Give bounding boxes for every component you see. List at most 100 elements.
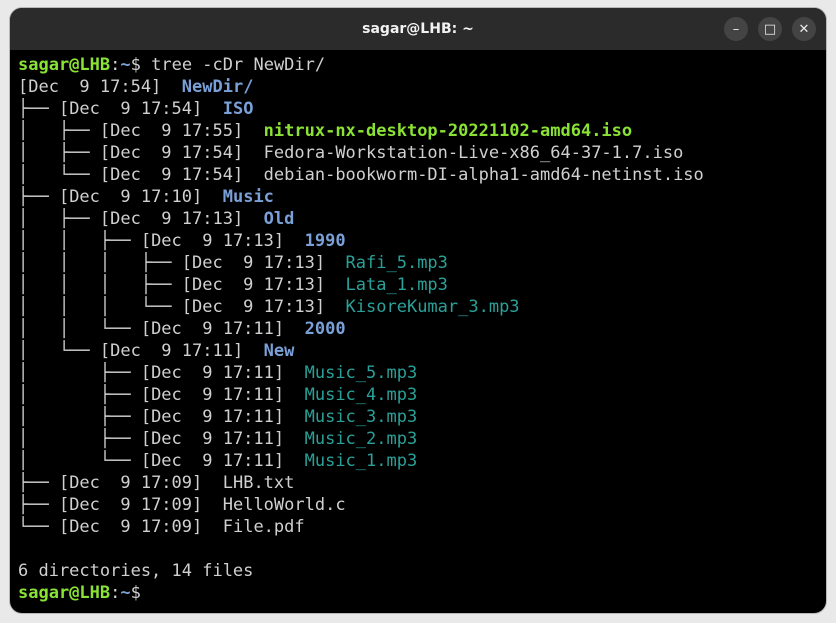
- tree-line: │ ├── [Dec 9 17:11] Music_4.mp3: [18, 384, 826, 406]
- file-name: KisoreKumar_3.mp3: [345, 297, 520, 317]
- prompt-user: sagar@LHB: [18, 55, 111, 75]
- file-name: Music_4.mp3: [304, 385, 418, 405]
- tree-line: │ ├── [Dec 9 17:55] nitrux-nx-desktop-20…: [18, 120, 826, 142]
- prompt-path: ~: [120, 583, 131, 603]
- timestamp: [Dec 9 17:09]: [58, 517, 203, 537]
- tree-branch: │ │ │ ├──: [18, 275, 182, 295]
- tree-branch: │ │ │ └──: [18, 297, 182, 317]
- window-title: sagar@LHB: ~: [362, 21, 474, 37]
- tree-line: ├── [Dec 9 17:09] HelloWorld.c: [18, 494, 826, 516]
- tree-line: │ │ │ ├── [Dec 9 17:13] Rafi_5.mp3: [18, 252, 826, 274]
- tree-branch: │ ├──: [18, 429, 141, 449]
- timestamp: [Dec 9 17:13]: [181, 253, 326, 273]
- directory-name: 1990: [304, 231, 346, 251]
- timestamp: [Dec 9 17:11]: [99, 341, 244, 361]
- tree-branch: ├──: [18, 473, 59, 493]
- prompt-line: sagar@LHB:~$: [18, 583, 141, 603]
- tree-listing: [Dec 9 17:54] NewDir/├── [Dec 9 17:54] I…: [18, 76, 826, 538]
- tree-line: │ └── [Dec 9 17:11] New: [18, 340, 826, 362]
- timestamp: [Dec 9 17:13]: [181, 275, 326, 295]
- tree-line: │ │ └── [Dec 9 17:11] 2000: [18, 318, 826, 340]
- timestamp: [Dec 9 17:54]: [18, 77, 162, 97]
- tree-line: │ ├── [Dec 9 17:54] Fedora-Workstation-L…: [18, 142, 826, 164]
- tree-branch: │ ├──: [18, 385, 141, 405]
- prompt-user: sagar@LHB: [18, 583, 111, 603]
- tree-branch: │ └──: [18, 341, 100, 361]
- minimize-icon[interactable]: –: [724, 17, 748, 41]
- timestamp: [Dec 9 17:09]: [58, 473, 203, 493]
- timestamp: [Dec 9 17:11]: [140, 451, 285, 471]
- tree-line: │ ├── [Dec 9 17:11] Music_2.mp3: [18, 428, 826, 450]
- maximize-icon[interactable]: □: [758, 17, 782, 41]
- window-controls: – □ ✕: [724, 17, 816, 41]
- directory-name: NewDir/: [181, 77, 254, 97]
- timestamp: [Dec 9 17:09]: [58, 495, 203, 515]
- tree-branch: │ ├──: [18, 121, 100, 141]
- terminal-output[interactable]: sagar@LHB:~$ tree -cDr NewDir/ [Dec 9 17…: [10, 50, 826, 613]
- tree-line: │ └── [Dec 9 17:54] debian-bookworm-DI-a…: [18, 164, 826, 186]
- tree-branch: │ ├──: [18, 209, 100, 229]
- tree-branch: │ └──: [18, 165, 100, 185]
- timestamp: [Dec 9 17:54]: [58, 99, 203, 119]
- file-name: Music_5.mp3: [304, 363, 418, 383]
- tree-line: │ ├── [Dec 9 17:11] Music_3.mp3: [18, 406, 826, 428]
- tree-branch: ├──: [18, 495, 59, 515]
- file-name: Fedora-Workstation-Live-x86_64-37-1.7.is…: [263, 143, 684, 163]
- timestamp: [Dec 9 17:55]: [99, 121, 244, 141]
- timestamp: [Dec 9 17:11]: [140, 429, 285, 449]
- tree-branch: │ │ ├──: [18, 231, 141, 251]
- file-name: Music_1.mp3: [304, 451, 418, 471]
- tree-branch: ├──: [18, 99, 59, 119]
- file-name: debian-bookworm-DI-alpha1-amd64-netinst.…: [263, 165, 704, 185]
- tree-line: │ ├── [Dec 9 17:13] Old: [18, 208, 826, 230]
- tree-branch: └──: [18, 517, 59, 537]
- tree-line: │ └── [Dec 9 17:11] Music_1.mp3: [18, 450, 826, 472]
- title-bar[interactable]: sagar@LHB: ~ – □ ✕: [10, 8, 826, 50]
- tree-branch: │ └──: [18, 451, 141, 471]
- directory-name: 2000: [304, 319, 346, 339]
- file-name: Music_3.mp3: [304, 407, 418, 427]
- timestamp: [Dec 9 17:11]: [140, 363, 285, 383]
- tree-line: ├── [Dec 9 17:09] LHB.txt: [18, 472, 826, 494]
- tree-branch: │ ├──: [18, 407, 141, 427]
- timestamp: [Dec 9 17:13]: [181, 297, 326, 317]
- file-name: File.pdf: [222, 517, 305, 537]
- tree-line: [Dec 9 17:54] NewDir/: [18, 76, 826, 98]
- tree-line: │ │ │ └── [Dec 9 17:13] KisoreKumar_3.mp…: [18, 296, 826, 318]
- close-icon[interactable]: ✕: [792, 17, 816, 41]
- tree-branch: │ ├──: [18, 143, 100, 163]
- timestamp: [Dec 9 17:13]: [140, 231, 285, 251]
- file-name: nitrux-nx-desktop-20221102-amd64.iso: [263, 121, 633, 141]
- tree-line: │ │ ├── [Dec 9 17:13] 1990: [18, 230, 826, 252]
- tree-line: └── [Dec 9 17:09] File.pdf: [18, 516, 826, 538]
- tree-branch: │ │ └──: [18, 319, 141, 339]
- terminal-window: sagar@LHB: ~ – □ ✕ sagar@LHB:~$ tree -cD…: [10, 8, 826, 613]
- tree-line: │ ├── [Dec 9 17:11] Music_5.mp3: [18, 362, 826, 384]
- timestamp: [Dec 9 17:13]: [99, 209, 244, 229]
- tree-line: ├── [Dec 9 17:54] ISO: [18, 98, 826, 120]
- file-name: Lata_1.mp3: [345, 275, 448, 295]
- command-line: sagar@LHB:~$ tree -cDr NewDir/: [18, 55, 326, 75]
- prompt-path: ~: [120, 55, 131, 75]
- file-name: LHB.txt: [222, 473, 295, 493]
- tree-branch: │ │ │ ├──: [18, 253, 182, 273]
- prompt-symbol: $: [130, 55, 141, 75]
- prompt-symbol: $: [130, 583, 141, 603]
- timestamp: [Dec 9 17:11]: [140, 385, 285, 405]
- file-name: Music_2.mp3: [304, 429, 418, 449]
- tree-branch: │ ├──: [18, 363, 141, 383]
- tree-line: │ │ │ ├── [Dec 9 17:13] Lata_1.mp3: [18, 274, 826, 296]
- command-text: tree -cDr NewDir/: [151, 55, 326, 75]
- summary-line: 6 directories, 14 files: [18, 561, 254, 581]
- timestamp: [Dec 9 17:54]: [99, 165, 244, 185]
- file-name: Rafi_5.mp3: [345, 253, 448, 273]
- directory-name: Old: [263, 209, 295, 229]
- timestamp: [Dec 9 17:54]: [99, 143, 244, 163]
- timestamp: [Dec 9 17:10]: [58, 187, 203, 207]
- timestamp: [Dec 9 17:11]: [140, 319, 285, 339]
- timestamp: [Dec 9 17:11]: [140, 407, 285, 427]
- directory-name: Music: [222, 187, 274, 207]
- tree-branch: ├──: [18, 187, 59, 207]
- file-name: HelloWorld.c: [222, 495, 346, 515]
